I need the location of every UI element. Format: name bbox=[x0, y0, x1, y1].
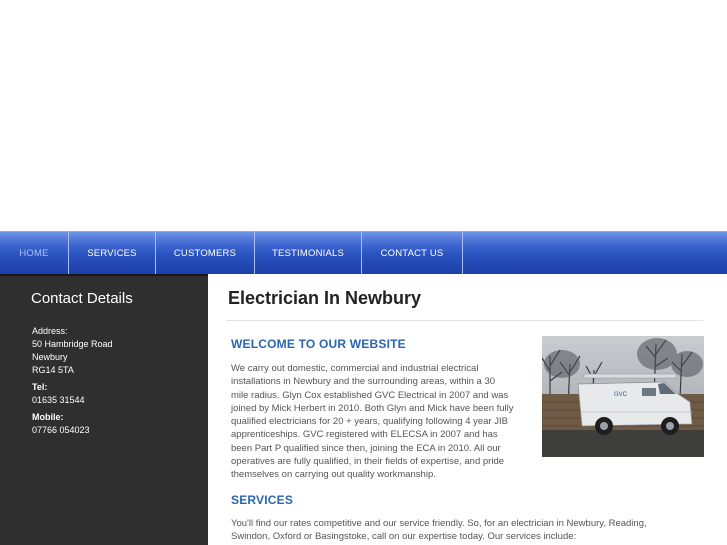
page-title: Electrician In Newbury bbox=[228, 288, 422, 308]
sidebar-contact-details: Contact Details Address: 50 Hambridge Ro… bbox=[0, 274, 208, 545]
address-line-3: RG14 5TA bbox=[32, 365, 74, 375]
welcome-line: installations in Newbury and the surroun… bbox=[231, 376, 496, 388]
sidebar-title: Contact Details bbox=[31, 290, 133, 307]
nav-testimonials[interactable]: TESTIMONIALS bbox=[255, 232, 362, 274]
welcome-line: We carry out domestic, commercial and in… bbox=[231, 363, 479, 374]
nav-customers[interactable]: CUSTOMERS bbox=[156, 232, 255, 274]
nav-services[interactable]: SERVICES bbox=[69, 232, 156, 274]
address-label: Address: bbox=[32, 326, 68, 336]
van-photo: GVC bbox=[542, 336, 704, 457]
address-line-1: 50 Hambridge Road bbox=[32, 339, 113, 349]
services-line: Swindon, Oxford or Basingstoke, call on … bbox=[231, 531, 577, 543]
nav-filler bbox=[463, 232, 727, 274]
welcome-paragraph: We carry out domestic, commercial and in… bbox=[231, 362, 514, 482]
services-heading: SERVICES bbox=[231, 493, 294, 507]
tel-value: 01635 31544 bbox=[32, 395, 85, 405]
services-paragraph: You'll find our rates competitive and ou… bbox=[231, 517, 647, 544]
main-content: Electrician In Newbury WELCOME TO OUR WE… bbox=[209, 274, 727, 545]
tel-label: Tel: bbox=[32, 382, 48, 392]
nav-home[interactable]: HOME bbox=[0, 232, 69, 274]
welcome-line: qualified electricians for 20 + years, q… bbox=[231, 416, 508, 428]
svg-text:GVC: GVC bbox=[614, 392, 628, 398]
welcome-line: apprenticeships. GVC registered with ELE… bbox=[231, 429, 498, 441]
title-divider bbox=[226, 320, 703, 321]
welcome-line: mile radius. Glyn Cox established GVC El… bbox=[231, 389, 509, 401]
welcome-heading: WELCOME TO OUR WEBSITE bbox=[231, 337, 406, 351]
address-line-2: Newbury bbox=[32, 352, 68, 362]
van-photo-image: GVC bbox=[542, 336, 704, 457]
mobile-label: Mobile: bbox=[32, 412, 64, 422]
nav-contact-us[interactable]: CONTACT US bbox=[362, 232, 463, 274]
services-line: You'll find our rates competitive and ou… bbox=[231, 518, 647, 529]
main-navigation: HOME SERVICES CUSTOMERS TESTIMONIALS CON… bbox=[0, 231, 727, 274]
mobile-value: 07766 054023 bbox=[32, 425, 90, 435]
welcome-line: themselves on carrying out quality workm… bbox=[231, 469, 436, 481]
header-blank-area bbox=[0, 0, 727, 231]
welcome-line: operatives are fully qualified, in their… bbox=[231, 456, 505, 468]
welcome-line: joined by Mick Herbert in 2010. Both Gly… bbox=[231, 402, 514, 414]
welcome-line: been Part P qualified since then, joinin… bbox=[231, 442, 501, 454]
